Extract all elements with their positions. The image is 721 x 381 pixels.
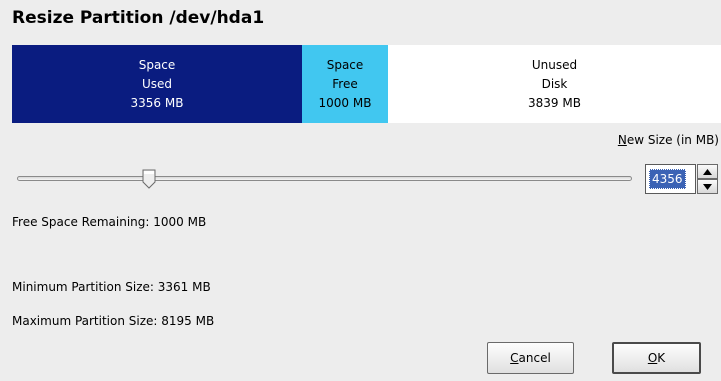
spin-buttons [697,164,718,194]
dialog-title: Resize Partition /dev/hda1 [12,8,265,28]
segment-free-size: 1000 MB [318,95,372,110]
cancel-button[interactable]: Cancel [487,342,574,374]
segment-space-used: Space Used 3356 MB [12,45,302,123]
maximum-partition-size: Maximum Partition Size: 8195 MB [12,314,215,328]
segment-free-line1: Space [326,57,364,72]
ok-button[interactable]: OK [612,342,701,374]
segment-used-size: 3356 MB [130,95,184,110]
minimum-partition-size: Minimum Partition Size: 3361 MB [12,280,211,294]
segment-unused-size: 3839 MB [528,95,581,110]
arrow-down-icon [703,183,712,190]
ok-label: K [657,351,666,365]
slider-thumb[interactable] [142,169,156,189]
segment-space-free: Space Free 1000 MB [302,45,388,123]
partition-usage-bar: Space Used 3356 MB Space Free 1000 MB Un… [12,45,721,123]
new-size-value[interactable]: 4356 [649,169,686,189]
segment-used-line2: Used [141,76,173,91]
arrow-up-icon [703,168,712,175]
new-size-spinbox[interactable]: 4356 [645,164,718,194]
free-space-remaining: Free Space Remaining: 1000 MB [12,215,207,229]
slider-track[interactable] [17,176,632,181]
ok-mnemonic: O [647,351,658,365]
segment-free-line2: Free [332,76,358,91]
cancel-mnemonic: C [510,351,519,365]
segment-used-line1: Space [138,57,176,72]
cancel-label: ancel [518,351,551,365]
new-size-label-text: ew Size (in MB) [626,133,719,147]
size-slider[interactable] [17,169,632,189]
new-size-input[interactable]: 4356 [645,164,696,194]
segment-unused-line1: Unused [531,57,578,72]
segment-unused-line2: Disk [541,76,568,91]
spin-up-button[interactable] [697,164,718,179]
new-size-mnemonic: N [617,133,627,147]
spin-down-button[interactable] [697,179,718,194]
new-size-label: New Size (in MB) [618,133,719,147]
segment-unused-disk: Unused Disk 3839 MB [388,45,721,123]
